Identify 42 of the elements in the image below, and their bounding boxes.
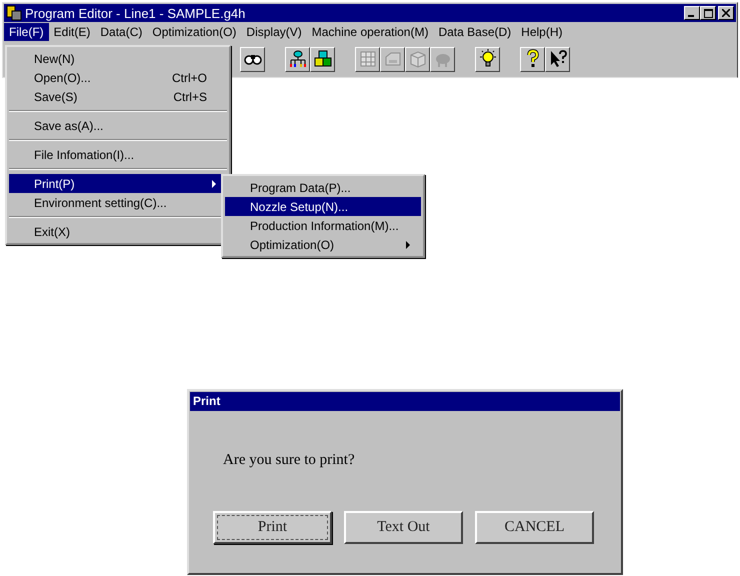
menu-item[interactable]: Optimization(O) xyxy=(225,235,421,254)
dialog-title: Print xyxy=(190,392,620,411)
menu-item[interactable]: New(N) xyxy=(9,49,227,68)
dialog-button[interactable]: Print xyxy=(213,511,332,544)
app-icon xyxy=(6,5,22,21)
submenu-arrow-icon xyxy=(212,180,217,188)
menu-item[interactable]: Optimization(O) xyxy=(147,23,242,41)
menu-item[interactable]: Data Base(D) xyxy=(433,23,516,41)
menu-item[interactable]: Save(S) Ctrl+S xyxy=(9,87,227,106)
menu-item[interactable]: Display(V) xyxy=(241,23,307,41)
light-bulb-icon xyxy=(478,49,498,69)
maximize-button[interactable] xyxy=(700,6,716,20)
menu-item[interactable]: Edit(E) xyxy=(48,23,96,41)
toolbar-button[interactable] xyxy=(285,46,310,72)
close-icon xyxy=(722,9,730,17)
dialog-button[interactable]: CANCEL xyxy=(475,511,594,544)
network-icon xyxy=(288,49,308,69)
window-title: Program Editor - Line1 - SAMPLE.g4h xyxy=(25,6,246,20)
dialog-button[interactable]: Text Out xyxy=(344,511,463,544)
menu-item[interactable]: Help(H) xyxy=(516,23,568,41)
menu-item[interactable]: File Infomation(I)... xyxy=(9,145,227,164)
maximize-icon xyxy=(704,8,712,18)
close-button[interactable] xyxy=(718,6,734,20)
menu-item[interactable]: Nozzle Setup(N)... xyxy=(225,197,421,216)
toolbar-button[interactable] xyxy=(545,46,570,72)
minimize-button[interactable] xyxy=(684,6,700,20)
menu-item[interactable]: Open(O)... Ctrl+O xyxy=(9,68,227,87)
grid-icon xyxy=(358,49,378,69)
toolbar-button[interactable] xyxy=(310,46,335,72)
dialog-message: Are you sure to print? xyxy=(223,452,355,469)
blocks-icon xyxy=(312,49,332,69)
menu-item[interactable]: Data(C) xyxy=(95,23,148,41)
submenu-arrow-icon xyxy=(406,240,411,248)
menu-item[interactable]: Production Information(M)... xyxy=(225,216,421,235)
menu-item[interactable]: File(F) xyxy=(4,23,49,41)
menu-item[interactable]: Machine operation(M) xyxy=(306,23,434,41)
toolbar-button[interactable] xyxy=(520,46,545,72)
toolbar-button[interactable] xyxy=(475,46,500,72)
toolbar-button[interactable] xyxy=(240,46,265,72)
menu-item[interactable]: Save as(A)... xyxy=(9,116,227,135)
menu-item[interactable]: Program Data(P)... xyxy=(225,178,421,197)
box-icon xyxy=(408,49,428,69)
